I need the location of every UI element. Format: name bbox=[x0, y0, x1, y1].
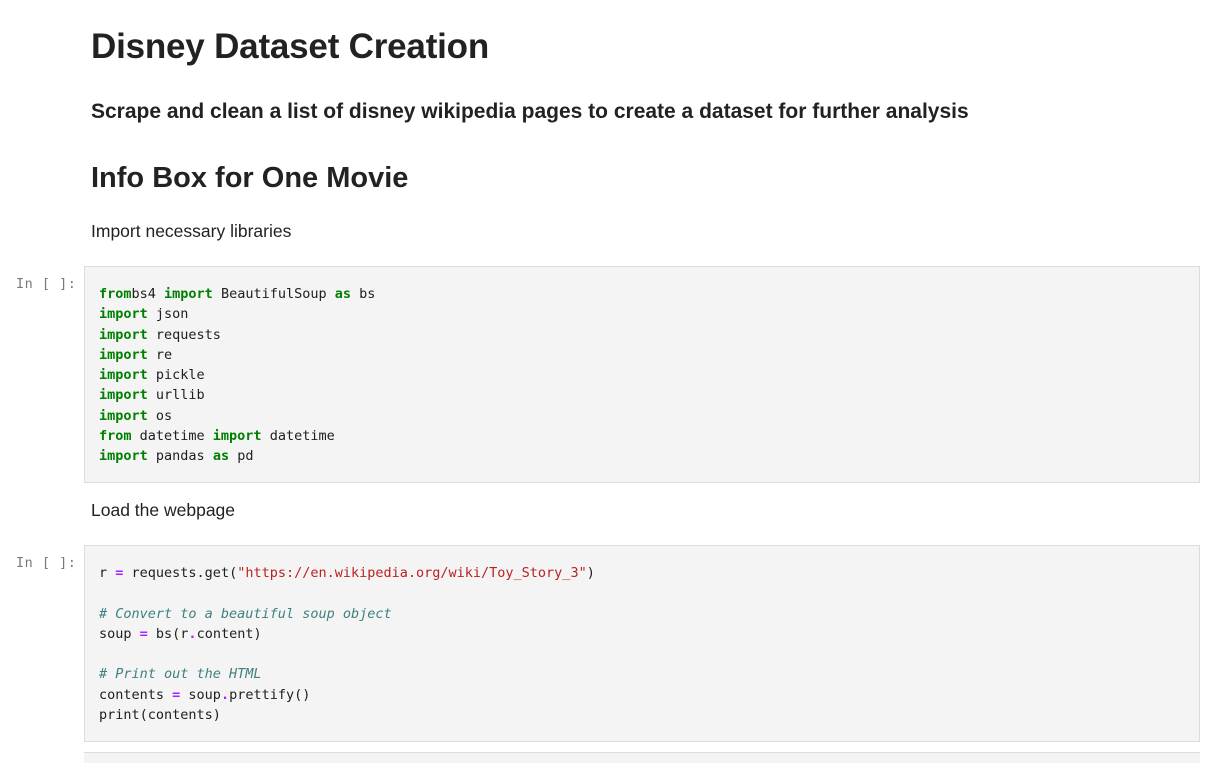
code-token: pd bbox=[229, 448, 254, 465]
code-line: import re bbox=[99, 347, 172, 363]
code-keyword: import bbox=[99, 407, 148, 424]
code-token: requests bbox=[147, 326, 221, 343]
code-keyword: from bbox=[99, 428, 132, 445]
notebook-title: Disney Dataset Creation bbox=[91, 27, 490, 66]
code-line: frombs4 import BeautifulSoup as bs bbox=[99, 286, 375, 302]
code-cell-imports[interactable]: frombs4 import BeautifulSoup as bs impor… bbox=[84, 266, 1200, 483]
code-keyword: import bbox=[99, 346, 148, 363]
code-token: prettify() bbox=[229, 686, 311, 703]
code-operator: . bbox=[220, 686, 230, 703]
code-line: # Print out the HTML bbox=[99, 666, 262, 682]
code-editor[interactable]: frombs4 import BeautifulSoup as bs impor… bbox=[99, 284, 375, 467]
code-line: import os bbox=[99, 408, 172, 424]
code-token: contents bbox=[99, 686, 173, 703]
code-keyword: import bbox=[99, 387, 148, 404]
markdown-import-libraries: Import necessary libraries bbox=[91, 221, 292, 241]
code-token: bs bbox=[351, 286, 376, 302]
code-token: re bbox=[147, 346, 173, 363]
notebook-subtitle: Scrape and clean a list of disney wikipe… bbox=[91, 100, 969, 123]
code-keyword: as bbox=[334, 286, 351, 302]
code-line: import requests bbox=[99, 327, 221, 343]
code-token: soup bbox=[180, 686, 221, 703]
code-token: os bbox=[147, 407, 173, 424]
code-keyword: import bbox=[212, 428, 262, 445]
markdown-load-webpage: Load the webpage bbox=[91, 500, 236, 520]
code-token: json bbox=[147, 306, 189, 323]
code-token: BeautifulSoup bbox=[212, 286, 335, 302]
code-line: r = requests.get("https://en.wikipedia.o… bbox=[99, 565, 595, 581]
code-cell-next[interactable] bbox=[84, 752, 1200, 763]
code-line: soup = bs(r.content) bbox=[99, 626, 262, 642]
cell-prompt: In [ ]: bbox=[16, 555, 77, 571]
section-heading: Info Box for One Movie bbox=[91, 162, 409, 194]
code-string: "https://en.wikipedia.org/wiki/Toy_Story… bbox=[237, 565, 587, 581]
code-token: print(contents) bbox=[99, 707, 221, 724]
code-keyword: from bbox=[99, 286, 132, 302]
code-line: import json bbox=[99, 306, 188, 322]
code-line: contents = soup.prettify() bbox=[99, 687, 310, 703]
code-keyword: import bbox=[99, 326, 148, 343]
code-token: bs4 bbox=[131, 286, 165, 302]
code-line: # Convert to a beautiful soup object bbox=[99, 606, 392, 622]
code-line: print(contents) bbox=[99, 707, 221, 723]
code-token: pickle bbox=[147, 367, 205, 384]
code-line: from datetime import datetime bbox=[99, 428, 335, 444]
code-token: datetime bbox=[131, 428, 213, 445]
code-comment: # Convert to a beautiful soup object bbox=[99, 605, 392, 622]
code-comment: # Print out the HTML bbox=[99, 666, 262, 683]
code-cell-load-webpage[interactable]: r = requests.get("https://en.wikipedia.o… bbox=[84, 545, 1200, 742]
code-keyword: import bbox=[99, 306, 148, 323]
code-token: urllib bbox=[147, 387, 205, 404]
code-token: ) bbox=[586, 565, 595, 581]
code-operator: . bbox=[188, 625, 197, 642]
code-keyword: import bbox=[99, 367, 148, 384]
code-line: import pickle bbox=[99, 367, 205, 383]
cell-prompt: In [ ]: bbox=[16, 276, 77, 292]
code-token: requests.get( bbox=[123, 565, 238, 581]
code-token: datetime bbox=[261, 428, 335, 445]
code-line: import urllib bbox=[99, 387, 205, 403]
code-line: import pandas as pd bbox=[99, 448, 253, 464]
code-keyword: import bbox=[99, 448, 148, 465]
code-token: r bbox=[99, 565, 116, 581]
code-operator: = bbox=[139, 625, 148, 642]
code-token: pandas bbox=[147, 448, 213, 465]
code-token: bs(r bbox=[147, 625, 189, 642]
code-token: soup bbox=[99, 625, 140, 642]
code-token: content) bbox=[196, 625, 262, 642]
code-keyword: as bbox=[212, 448, 230, 465]
code-editor[interactable]: r = requests.get("https://en.wikipedia.o… bbox=[99, 563, 595, 725]
code-keyword: import bbox=[164, 286, 213, 302]
